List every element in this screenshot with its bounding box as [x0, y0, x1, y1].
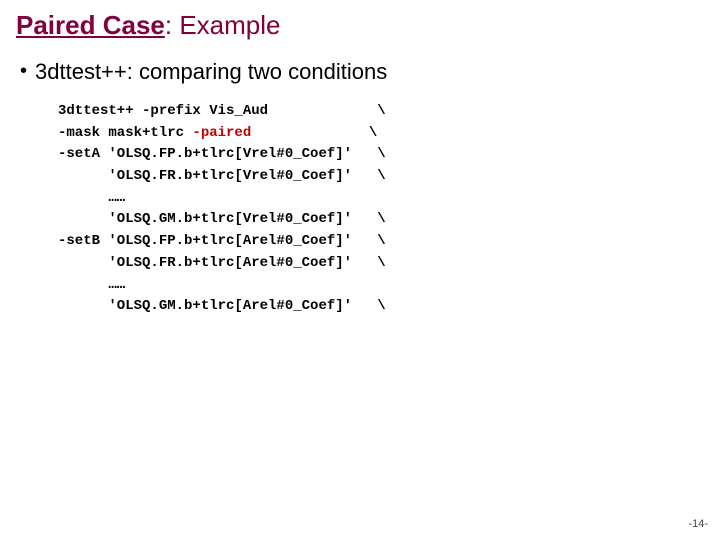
slide: Paired Case: Example • 3dttest++: compar…: [0, 0, 720, 540]
bullet-item: • 3dttest++: comparing two conditions: [16, 59, 704, 85]
bullet-dot-icon: •: [20, 61, 27, 81]
code-line-5: ……: [58, 190, 125, 206]
code-line-7: -setB 'OLSQ.FP.b+tlrc[Arel#0_Coef]' \: [58, 233, 386, 249]
code-line-10: 'OLSQ.GM.b+tlrc[Arel#0_Coef]' \: [58, 298, 386, 314]
slide-title: Paired Case: Example: [16, 10, 704, 41]
title-main: Paired Case: [16, 10, 165, 40]
code-line-1b: \: [268, 103, 386, 119]
code-line-2a: -mask mask+tlrc: [58, 125, 192, 141]
code-highlight-paired: -paired: [192, 125, 251, 141]
title-rest: : Example: [165, 10, 281, 40]
bullet-text: 3dttest++: comparing two conditions: [35, 59, 387, 85]
code-line-3: -setA 'OLSQ.FP.b+tlrc[Vrel#0_Coef]' \: [58, 146, 386, 162]
code-line-9: ……: [58, 277, 125, 293]
page-number: -14-: [688, 518, 708, 530]
code-line-2b: \: [251, 125, 377, 141]
code-line-6: 'OLSQ.GM.b+tlrc[Vrel#0_Coef]' \: [58, 211, 386, 227]
code-block: 3dttest++ -prefix Vis_Aud \ -mask mask+t…: [58, 101, 704, 318]
code-line-8: 'OLSQ.FR.b+tlrc[Arel#0_Coef]' \: [58, 255, 386, 271]
code-line-4: 'OLSQ.FR.b+tlrc[Vrel#0_Coef]' \: [58, 168, 386, 184]
code-line-1a: 3dttest++ -prefix Vis_Aud: [58, 103, 268, 119]
